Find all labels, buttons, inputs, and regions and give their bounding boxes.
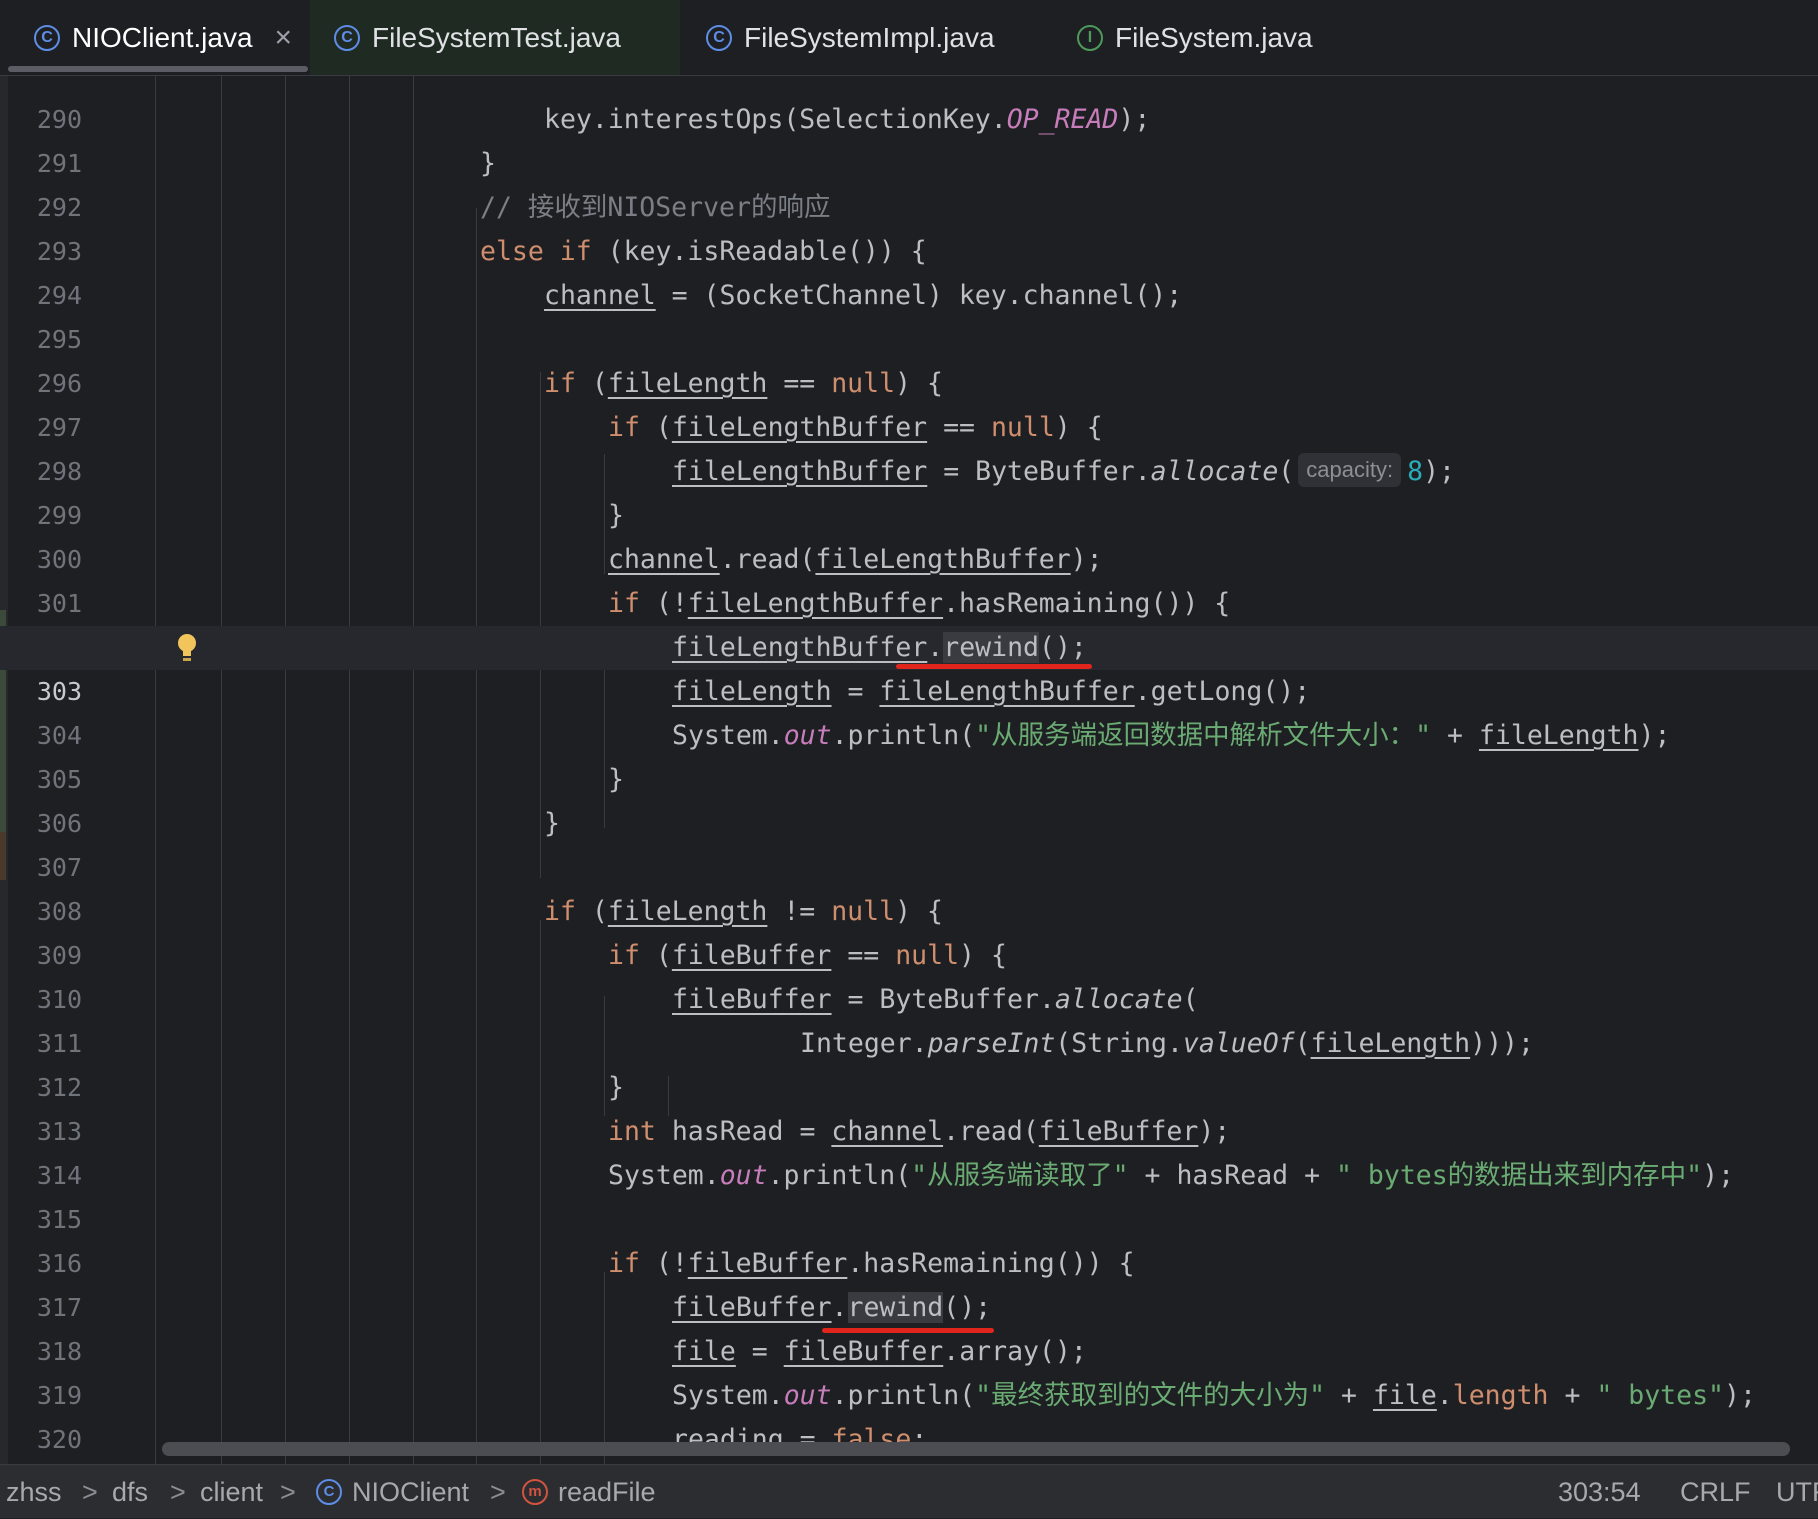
tab-nioclient[interactable]: C NIOClient.java × xyxy=(34,0,292,75)
breadcrumb-item[interactable]: C NIOClient xyxy=(316,1465,469,1519)
code-line[interactable]: 316 xyxy=(0,1198,1818,1278)
code-line[interactable]: 293 // 接收到NIOServer的响应 xyxy=(0,186,1818,266)
code-text: if (fileLength != null) { xyxy=(544,896,943,927)
code-text: } xyxy=(608,500,624,531)
code-line[interactable]: 310 if (fileBuffer == null) { xyxy=(0,934,1818,1014)
code-line[interactable]: 307 } xyxy=(0,802,1818,882)
code-text: if (fileLength == null) { xyxy=(544,368,943,399)
code-line[interactable]: 296 xyxy=(0,318,1818,398)
breadcrumb-item[interactable]: m readFile xyxy=(522,1465,656,1519)
code-text: if (!fileLengthBuffer.hasRemaining()) { xyxy=(608,588,1231,619)
breadcrumb-label: dfs xyxy=(112,1477,149,1507)
code-line[interactable]: 312 Integer.parseInt(String.valueOf(file… xyxy=(0,1022,1818,1102)
encoding-widget[interactable]: UTF xyxy=(1776,1465,1818,1519)
code-text: System.out.println("从服务端返回数据中解析文件大小：" + … xyxy=(672,720,1671,751)
code-line[interactable]: 317 if (!fileBuffer.hasRemaining()) { xyxy=(0,1242,1818,1322)
code-line[interactable]: 292 } xyxy=(0,142,1818,222)
line-separator-widget[interactable]: CRLF xyxy=(1680,1465,1751,1519)
code-line[interactable]: 314 int hasRead = channel.read(fileBuffe… xyxy=(0,1110,1818,1190)
code-text: if (!fileBuffer.hasRemaining()) { xyxy=(608,1248,1135,1279)
code-line[interactable]: 294 else if (key.isReadable()) { xyxy=(0,230,1818,310)
close-icon[interactable]: × xyxy=(275,22,293,53)
class-icon: C xyxy=(706,24,732,51)
tab-filesystem[interactable]: I FileSystem.java xyxy=(1077,0,1313,75)
code-line[interactable]: 304 fileLength = fileLengthBuffer.getLon… xyxy=(0,670,1818,750)
breadcrumb-label: client xyxy=(200,1477,264,1507)
breadcrumb-label: zhss xyxy=(6,1477,62,1507)
code-comment: // 接收到NIOServer的响应 xyxy=(480,192,831,223)
class-icon: C xyxy=(34,24,60,51)
code-text: } xyxy=(608,1072,624,1103)
code-text: } xyxy=(480,148,496,179)
code-text: fileBuffer.rewind(); xyxy=(672,1292,992,1323)
code-text: channel = (SocketChannel) key.channel(); xyxy=(544,280,1183,311)
code-text: if (fileBuffer == null) { xyxy=(608,940,1007,971)
code-text: if (fileLengthBuffer == null) { xyxy=(608,412,1103,443)
code-line[interactable]: 299 fileLengthBuffer = ByteBuffer.alloca… xyxy=(0,450,1818,530)
tab-label: NIOClient.java xyxy=(72,21,253,53)
chevron-right-icon: > xyxy=(170,1477,186,1507)
tab-label: FileSystemImpl.java xyxy=(744,21,995,53)
breadcrumb-label: NIOClient xyxy=(352,1477,470,1507)
breadcrumb-item[interactable]: dfs xyxy=(112,1465,148,1519)
code-line[interactable]: 315 System.out.println("从服务端读取了" + hasRe… xyxy=(0,1154,1818,1234)
code-line[interactable]: 298 if (fileLengthBuffer == null) { xyxy=(0,406,1818,486)
code-text: fileLength = fileLengthBuffer.getLong(); xyxy=(672,676,1311,707)
code-line[interactable]: 305 System.out.println("从服务端返回数据中解析文件大小：… xyxy=(0,714,1818,794)
editor-tab-bar: C NIOClient.java × C FileSystemTest.java… xyxy=(0,0,1818,76)
code-line[interactable]: 319 file = fileBuffer.array(); xyxy=(0,1330,1818,1410)
code-line[interactable]: 302 if (!fileLengthBuffer.hasRemaining()… xyxy=(0,582,1818,662)
code-text: int hasRead = channel.read(fileBuffer); xyxy=(608,1116,1231,1147)
tab-label: FileSystem.java xyxy=(1115,21,1313,53)
code-line[interactable]: 291 key.interestOps(SelectionKey.OP_READ… xyxy=(0,98,1818,178)
lightbulb-icon[interactable] xyxy=(174,626,200,670)
breadcrumb-label: readFile xyxy=(558,1477,656,1507)
code-line[interactable]: 290 xyxy=(0,76,1818,134)
tab-filesystemimpl[interactable]: C FileSystemImpl.java xyxy=(706,0,995,75)
class-icon: C xyxy=(334,24,360,51)
code-line[interactable]: 306 } xyxy=(0,758,1818,838)
code-text: System.out.println("从服务端读取了" + hasRead +… xyxy=(608,1160,1735,1191)
red-annotation-underline xyxy=(896,664,1092,669)
red-annotation-underline xyxy=(822,1328,994,1333)
breadcrumb-item[interactable]: zhss xyxy=(6,1465,62,1519)
code-line[interactable]: 297 if (fileLength == null) { xyxy=(0,362,1818,442)
horizontal-scrollbar[interactable] xyxy=(162,1442,1790,1456)
code-editor[interactable]: 290 291 key.interestOps(SelectionKey.OP_… xyxy=(0,76,1818,1464)
class-icon: C xyxy=(316,1479,342,1505)
parameter-hint: capacity: xyxy=(1298,453,1402,487)
code-text: channel.read(fileLengthBuffer); xyxy=(608,544,1103,575)
code-line[interactable]: 313 } xyxy=(0,1066,1818,1146)
code-text: } xyxy=(608,764,624,795)
code-text: fileBuffer = ByteBuffer.allocate( xyxy=(672,984,1199,1015)
code-text: Integer.parseInt(String.valueOf(fileLeng… xyxy=(800,1028,1534,1059)
breadcrumb-item[interactable]: client xyxy=(200,1465,263,1519)
code-line[interactable]: 300 } xyxy=(0,494,1818,574)
code-line[interactable]: 311 fileBuffer = ByteBuffer.allocate( xyxy=(0,978,1818,1058)
tab-label: FileSystemTest.java xyxy=(372,21,621,53)
active-tab-indicator xyxy=(8,66,308,72)
code-line[interactable]: 308 xyxy=(0,846,1818,926)
status-bar: zhss > dfs > client > C NIOClient > m re… xyxy=(0,1464,1818,1518)
chevron-right-icon: > xyxy=(490,1477,506,1507)
code-line[interactable]: 295 channel = (SocketChannel) key.channe… xyxy=(0,274,1818,354)
chevron-right-icon: > xyxy=(82,1477,98,1507)
code-line[interactable]: 318 fileBuffer.rewind(); xyxy=(0,1286,1818,1366)
method-icon: m xyxy=(522,1479,548,1505)
code-text: System.out.println("最终获取到的文件的大小为" + file… xyxy=(672,1380,1756,1411)
code-text: file = fileBuffer.array(); xyxy=(672,1336,1087,1367)
code-text: } xyxy=(544,808,560,839)
interface-icon: I xyxy=(1077,24,1103,51)
code-text: fileLengthBuffer = ByteBuffer.allocate(c… xyxy=(672,450,1455,494)
code-text: key.interestOps(SelectionKey.OP_READ); xyxy=(544,104,1151,135)
caret-position[interactable]: 303:54 xyxy=(1558,1465,1641,1519)
chevron-right-icon: > xyxy=(280,1477,296,1507)
tab-filesystemtest[interactable]: C FileSystemTest.java xyxy=(334,0,621,75)
code-line[interactable]: 309 if (fileLength != null) { xyxy=(0,890,1818,970)
code-line[interactable]: 301 channel.read(fileLengthBuffer); xyxy=(0,538,1818,618)
code-text: else if (key.isReadable()) { xyxy=(480,236,927,267)
code-line[interactable]: 320 System.out.println("最终获取到的文件的大小为" + … xyxy=(0,1374,1818,1454)
